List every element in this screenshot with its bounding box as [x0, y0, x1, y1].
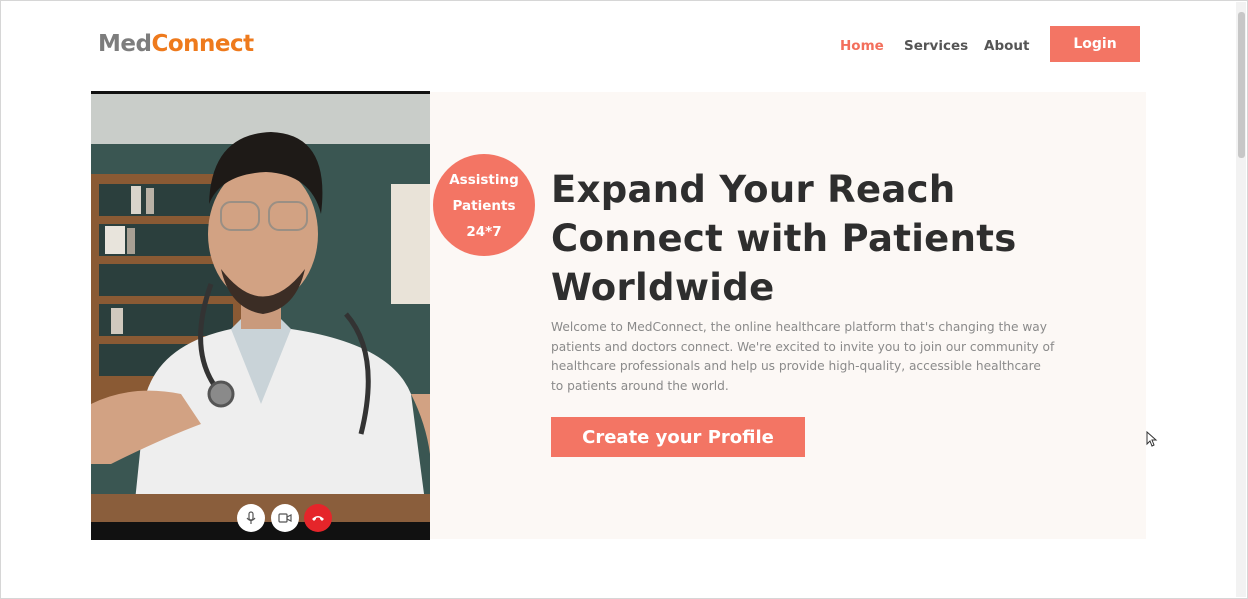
microphone-button[interactable]	[237, 504, 265, 532]
badge-line-1: Assisting	[449, 172, 519, 188]
assisting-patients-badge: Assisting Patients 24*7	[433, 154, 535, 256]
hero-description: Welcome to MedConnect, the online health…	[551, 318, 1111, 396]
headline-line-2: Connect with Patients	[551, 217, 1017, 260]
headline-line-1: Expand Your Reach	[551, 168, 956, 211]
microphone-icon	[246, 511, 256, 524]
description-line-1: Welcome to MedConnect, the online health…	[551, 320, 1047, 334]
description-line-2: patients and doctors connect. We're exci…	[551, 339, 1055, 354]
doctor-video-call-image	[91, 91, 430, 540]
hero-headline: Expand Your Reach Connect with Patients …	[551, 165, 1017, 312]
nav-services-link[interactable]: Services	[904, 38, 968, 54]
mouse-cursor-icon	[1146, 431, 1158, 447]
brand-logo[interactable]: MedConnect	[98, 31, 254, 57]
login-button[interactable]: Login	[1050, 26, 1140, 62]
video-camera-icon	[278, 513, 292, 523]
headline-line-3: Worldwide	[551, 266, 775, 309]
video-camera-button[interactable]	[271, 504, 299, 532]
hang-up-icon	[312, 516, 324, 521]
brand-logo-part2: Connect	[151, 31, 254, 57]
badge-line-3: 24*7	[466, 224, 502, 240]
description-line-3: healthcare professionals and help us pro…	[551, 359, 1041, 374]
description-line-4: to patients around the world.	[551, 378, 729, 393]
page-scrollbar-thumb[interactable]	[1238, 12, 1245, 158]
nav-home-link[interactable]: Home	[840, 38, 884, 54]
badge-line-2: Patients	[452, 198, 516, 214]
brand-logo-part1: Med	[98, 31, 152, 57]
nav-about-link[interactable]: About	[984, 38, 1029, 54]
hang-up-button[interactable]	[304, 504, 332, 532]
hero-section	[429, 92, 1146, 539]
create-profile-button[interactable]: Create your Profile	[551, 417, 805, 457]
